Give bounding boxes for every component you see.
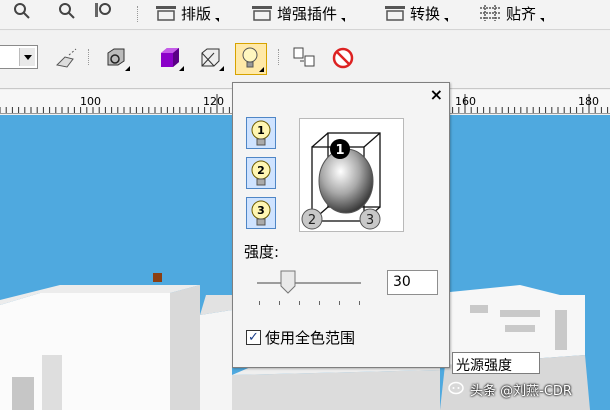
- vanishing-point-icon: [55, 48, 77, 68]
- fullcolor-label: 使用全色范围: [265, 329, 356, 347]
- property-bar: [0, 31, 610, 89]
- ruler-label: 180: [578, 95, 599, 108]
- slider-tick: [359, 301, 360, 305]
- ruler-label: 120: [203, 95, 224, 108]
- zoom-page-icon[interactable]: [94, 2, 114, 20]
- zoom-out-icon[interactable]: [57, 2, 77, 20]
- zoom-icon[interactable]: [12, 2, 32, 20]
- light-2-button[interactable]: 2: [246, 157, 276, 189]
- toolbar-separator: [278, 49, 280, 65]
- arrange-icon: [156, 6, 176, 21]
- watermark: 头条 @刘燕-CDR: [448, 378, 572, 400]
- intensity-slider-thumb[interactable]: [280, 270, 296, 294]
- extrude-lighting-button[interactable]: [235, 43, 267, 75]
- ruler-label: 160: [455, 95, 476, 108]
- clear-extrude-button[interactable]: [330, 45, 356, 71]
- light-3-number: 3: [257, 204, 265, 217]
- tooltip: 光源强度: [452, 352, 540, 374]
- ruler-label: 100: [80, 95, 101, 108]
- light-2-number: 2: [257, 164, 265, 177]
- light-1-button[interactable]: 1: [246, 117, 276, 149]
- slider-tick: [259, 301, 260, 305]
- convert-icon: [385, 6, 405, 21]
- extrude-bevel-button[interactable]: [198, 45, 224, 71]
- slider-tick: [279, 301, 280, 305]
- intensity-slider-track[interactable]: [257, 282, 361, 284]
- plugins-icon: [252, 6, 272, 21]
- menu-arrange[interactable]: 排版: [155, 1, 220, 25]
- fullcolor-checkbox[interactable]: ✓: [246, 330, 261, 345]
- menu-arrange-label: 排版: [181, 4, 212, 23]
- fullcolor-checkbox-row[interactable]: ✓ 使用全色范围: [246, 327, 355, 348]
- menu-snap[interactable]: 贴齐: [478, 1, 545, 25]
- copy-properties-icon: [293, 47, 315, 67]
- menu-convert[interactable]: 转换: [384, 1, 449, 25]
- watermark-text: 头条 @刘燕-CDR: [470, 383, 572, 399]
- intensity-label: 强度:: [244, 243, 280, 261]
- lightbulb-2-icon: 2: [251, 160, 271, 186]
- lighting-panel: × 1 2 3 1 2 3 强度: 30 ✓ 使用全色范围: [232, 82, 450, 368]
- menu-convert-label: 转换: [410, 4, 441, 23]
- slider-tick: [299, 301, 300, 305]
- slider-tick: [319, 301, 320, 305]
- lightbulb-3-icon: 3: [251, 200, 271, 226]
- extruded-shape-side: [170, 285, 200, 410]
- snap-grid-icon: [480, 5, 500, 21]
- light-1-marker-label: 1: [335, 143, 344, 158]
- menu-plugins[interactable]: 增强插件: [251, 1, 346, 25]
- extrude-rotation-button[interactable]: [104, 45, 130, 71]
- extrude-color-button[interactable]: [158, 45, 184, 71]
- copy-extrude-button[interactable]: [292, 45, 318, 71]
- light-preview[interactable]: 1 2 3: [299, 118, 404, 232]
- light-3-marker-label: 3: [366, 213, 374, 228]
- menu-toolbar: 排版 增强插件 转换 贴齐: [0, 0, 610, 30]
- light-2-marker-label: 2: [308, 213, 316, 228]
- style-dropdown[interactable]: [0, 45, 38, 69]
- selection-handle: [153, 273, 162, 282]
- slider-tick: [339, 301, 340, 305]
- menu-snap-label: 贴齐: [506, 4, 537, 23]
- light-1-number: 1: [257, 124, 265, 137]
- preview-cube: 1 2 3: [301, 132, 381, 230]
- chat-bubble-icon: [448, 381, 464, 395]
- clear-extrude-icon: [332, 47, 354, 69]
- chevron-down-icon[interactable]: [19, 48, 35, 66]
- lightbulb-1-icon: 1: [251, 120, 271, 146]
- toolbar-separator: [137, 6, 139, 22]
- menu-plugins-label: 增强插件: [277, 4, 338, 23]
- intensity-input[interactable]: 30: [387, 270, 438, 295]
- light-3-button[interactable]: 3: [246, 197, 276, 229]
- extrude-vanishing-point-button[interactable]: [53, 45, 79, 71]
- toolbar-separator: [88, 49, 90, 65]
- close-icon[interactable]: ×: [430, 87, 443, 103]
